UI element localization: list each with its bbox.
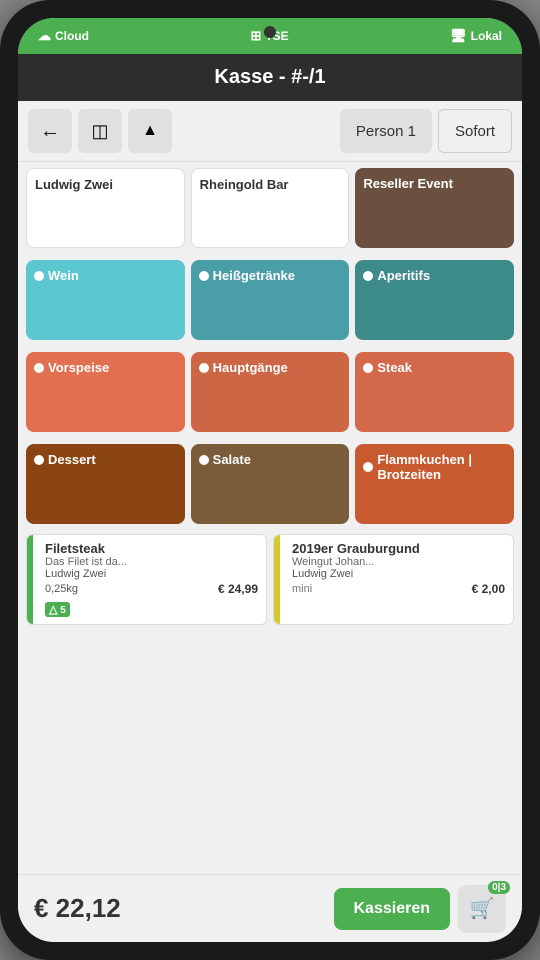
cat-dot-dessert — [34, 455, 44, 465]
cat-flammkuchen[interactable]: Flammkuchen | Brotzeiten — [355, 444, 514, 524]
order-size-grauburgund: mini — [292, 583, 312, 595]
cat-steak[interactable]: Steak — [355, 352, 514, 432]
up-button[interactable]: ▲ — [128, 109, 172, 153]
sofort-button[interactable]: Sofort — [438, 109, 512, 153]
status-lokal: 🖥 Lokal — [450, 28, 502, 44]
card-ludwig-zwei[interactable]: Ludwig Zwei — [26, 168, 185, 248]
category-grid-1: Wein Heißgetränke Aperitifs — [18, 254, 522, 346]
order-location-grauburgund: Ludwig Zwei — [292, 568, 505, 580]
cat-heissgetranke[interactable]: Heißgetränke — [191, 260, 350, 340]
tse-icon: ⊞ — [250, 28, 261, 44]
location-grid: Ludwig Zwei Rheingold Bar Reseller Event — [18, 162, 522, 254]
cart-icon: 🛒 — [470, 896, 495, 921]
card-reseller-event[interactable]: Reseller Event — [355, 168, 514, 248]
status-cloud: ☁ Cloud — [38, 28, 89, 44]
order-section: Filetsteak Das Filet ist da... Ludwig Zw… — [18, 530, 522, 629]
order-weight-filetsteak: 0,25kg — [45, 583, 78, 595]
cat-dot-hauptgange — [199, 363, 209, 373]
content-area: Ludwig Zwei Rheingold Bar Reseller Event… — [18, 162, 522, 874]
toolbar: ← ◫ ▲ Person 1 Sofort — [18, 101, 522, 162]
order-desc-filetsteak: Das Filet ist da... — [45, 556, 258, 568]
order-location-filetsteak: Ludwig Zwei — [45, 568, 258, 580]
cat-aperitifs[interactable]: Aperitifs — [355, 260, 514, 340]
back-button[interactable]: ← — [28, 109, 72, 153]
up-icon: ▲ — [142, 122, 158, 140]
cat-dot-wein — [34, 271, 44, 281]
cat-wein[interactable]: Wein — [26, 260, 185, 340]
order-badge-filetsteak: △ 5 — [45, 602, 70, 617]
order-desc-grauburgund: Weingut Johan... — [292, 556, 505, 568]
page-title: Kasse - #-/1 — [18, 54, 522, 101]
category-grid-3: Dessert Salate Flammkuchen | Brotzeiten — [18, 438, 522, 530]
kassieren-button[interactable]: Kassieren — [334, 888, 451, 930]
total-price: € 22,12 — [34, 893, 334, 924]
cat-hauptgange[interactable]: Hauptgänge — [191, 352, 350, 432]
order-title-grauburgund: 2019er Grauburgund — [292, 541, 505, 556]
cloud-icon: ☁ — [38, 28, 51, 44]
cat-dot-steak — [363, 363, 373, 373]
cat-salate[interactable]: Salate — [191, 444, 350, 524]
cat-dot-flammkuchen — [363, 462, 373, 472]
order-tag-grauburgund — [274, 535, 280, 624]
order-price-grauburgund: € 2,00 — [472, 582, 505, 596]
cat-dot-aperitifs — [363, 271, 373, 281]
lokal-icon: 🖥 — [450, 28, 467, 44]
card-rheingold-bar[interactable]: Rheingold Bar — [191, 168, 350, 248]
order-price-filetsteak: € 24,99 — [218, 582, 258, 596]
person1-button[interactable]: Person 1 — [340, 109, 432, 153]
order-title-filetsteak: Filetsteak — [45, 541, 258, 556]
category-grid-2: Vorspeise Hauptgänge Steak — [18, 346, 522, 438]
order-item-grauburgund[interactable]: 2019er Grauburgund Weingut Johan... Ludw… — [273, 534, 514, 625]
layout-icon: ◫ — [91, 121, 108, 142]
cat-vorspeise[interactable]: Vorspeise — [26, 352, 185, 432]
order-item-filetsteak[interactable]: Filetsteak Das Filet ist da... Ludwig Zw… — [26, 534, 267, 625]
back-icon: ← — [40, 120, 60, 143]
cart-button[interactable]: 🛒 0|3 — [458, 885, 506, 933]
cat-dessert[interactable]: Dessert — [26, 444, 185, 524]
order-tag-filetsteak — [27, 535, 33, 624]
cat-dot-heiss — [199, 271, 209, 281]
cart-badge: 0|3 — [488, 881, 510, 894]
layout-button[interactable]: ◫ — [78, 109, 122, 153]
cat-dot-vorspeise — [34, 363, 44, 373]
cat-dot-salate — [199, 455, 209, 465]
bottom-bar: € 22,12 Kassieren 🛒 0|3 — [18, 874, 522, 942]
